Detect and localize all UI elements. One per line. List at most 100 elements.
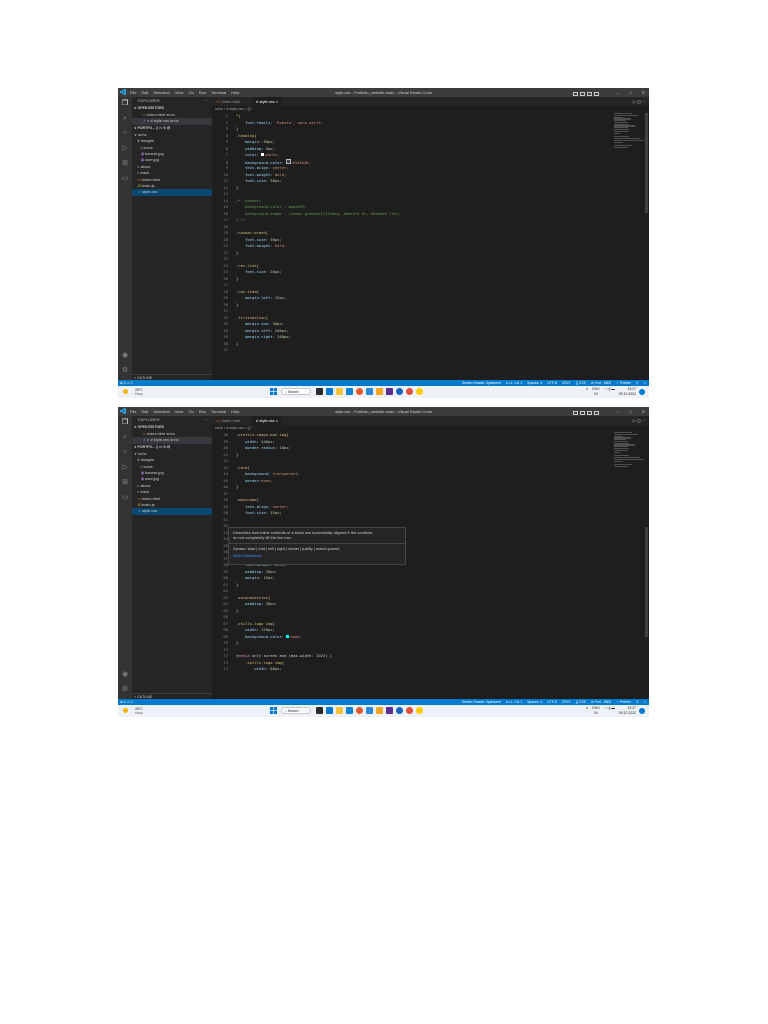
status-item[interactable]: ♫: [643, 700, 646, 704]
explorer-icon[interactable]: ❐: [121, 100, 129, 108]
color-swatch[interactable]: [286, 158, 292, 164]
account-icon[interactable]: ◉: [121, 352, 129, 360]
editor-scrollbar[interactable]: [645, 113, 648, 213]
collapse-icon[interactable]: ⊟: [167, 445, 170, 449]
taskbar-app-icon[interactable]: [326, 707, 334, 714]
settings-gear-icon[interactable]: ⚙: [121, 367, 129, 375]
status-item[interactable]: CRLF: [562, 700, 571, 704]
code-editor[interactable]: 38 .profile-image-box img{39 width: 440px…: [212, 432, 632, 698]
language-indicator[interactable]: ENG IN: [592, 387, 599, 397]
taskbar-app-icon[interactable]: [386, 707, 394, 714]
windows-start-icon[interactable]: [270, 388, 277, 395]
file-tree-item[interactable]: # style.css: [132, 189, 212, 196]
editor-scrollbar[interactable]: [645, 527, 648, 637]
status-item[interactable]: UTF-8: [547, 700, 557, 704]
source-control-icon[interactable]: ⑂: [121, 449, 129, 457]
search-icon[interactable]: ⌕: [121, 115, 129, 123]
taskbar-app-icon[interactable]: [396, 707, 404, 714]
status-item[interactable]: ♫: [643, 381, 646, 385]
new-folder-icon[interactable]: ▭: [159, 445, 162, 449]
status-item[interactable]: Screen Reader Optimized: [462, 700, 501, 704]
clock[interactable]: 13:27 09-12-2022: [619, 387, 636, 397]
taskbar-app-icon[interactable]: [356, 707, 364, 714]
project-section[interactable]: ∨ PORTFO... ▯ ▭ ↻ ⊟: [132, 125, 212, 132]
file-tree-item[interactable]: # style.css: [132, 508, 212, 515]
status-item[interactable]: ✓ Prettier: [616, 700, 631, 704]
status-item[interactable]: ⚲: [636, 700, 638, 704]
more-actions-icon[interactable]: ···: [204, 416, 208, 424]
taskbar-app-icon[interactable]: [346, 707, 354, 714]
maximize-button[interactable]: □: [629, 409, 631, 414]
color-swatch[interactable]: [261, 153, 265, 156]
source-control-icon[interactable]: ⑂: [121, 130, 129, 138]
editor-actions[interactable]: ▷ ◫ ···: [633, 97, 646, 106]
code-editor[interactable]: 1 *{2 font-family: 'Roboto', sans-serif; 3…: [212, 113, 632, 379]
status-item[interactable]: ⊘ Port : 5500: [591, 381, 611, 385]
settings-gear-icon[interactable]: ⚙: [121, 686, 129, 694]
taskbar-app-icon[interactable]: [416, 388, 424, 395]
toggle-secondary-sidebar-icon[interactable]: [587, 92, 592, 96]
taskbar-app-icon[interactable]: [356, 388, 364, 395]
taskbar-app-icon[interactable]: [396, 388, 404, 395]
status-item[interactable]: ✓ Prettier: [616, 381, 631, 385]
status-item[interactable]: {} CSS: [576, 700, 586, 704]
close-button[interactable]: ✕: [642, 90, 645, 95]
status-item[interactable]: CRLF: [562, 381, 571, 385]
status-item[interactable]: ⚲: [636, 381, 638, 385]
toggle-secondary-sidebar-icon[interactable]: [587, 411, 592, 415]
account-icon[interactable]: ◉: [121, 671, 129, 679]
new-file-icon[interactable]: ▯: [156, 126, 158, 130]
remote-explorer-icon[interactable]: ▭: [121, 494, 129, 502]
more-actions-icon[interactable]: ···: [204, 97, 208, 105]
toggle-sidebar-icon[interactable]: [573, 411, 578, 415]
windows-start-icon[interactable]: [270, 707, 277, 714]
toggle-panel-icon[interactable]: [580, 92, 585, 96]
extensions-icon[interactable]: ⊞: [121, 160, 129, 168]
notification-icon[interactable]: [639, 389, 645, 395]
tray-overflow-icon[interactable]: ∧: [586, 387, 588, 391]
clock[interactable]: 13:27 09-12-2022: [619, 706, 636, 716]
maximize-button[interactable]: □: [629, 90, 631, 95]
project-section[interactable]: ∨ PORTFO... ▯ ▭ ↻ ⊟: [132, 444, 212, 451]
status-item[interactable]: Screen Reader Optimized: [462, 381, 501, 385]
new-file-icon[interactable]: ▯: [156, 445, 158, 449]
wifi-volume-battery-icon[interactable]: ◔ ◁) ▬: [604, 387, 615, 391]
minimize-button[interactable]: –: [617, 90, 619, 95]
close-button[interactable]: ✕: [642, 409, 645, 414]
color-swatch[interactable]: [286, 634, 290, 638]
mdn-reference-link[interactable]: MDN Reference: [229, 551, 405, 558]
status-item[interactable]: Spaces: 4: [527, 381, 542, 385]
toggle-panel-icon[interactable]: [580, 411, 585, 415]
taskbar-app-icon[interactable]: [376, 388, 384, 395]
search-icon[interactable]: ⌕: [121, 434, 129, 442]
minimize-button[interactable]: –: [617, 409, 619, 414]
notification-icon[interactable]: [639, 708, 645, 714]
taskbar-app-icon[interactable]: [336, 707, 344, 714]
status-item[interactable]: ⊘ Port : 5500: [591, 700, 611, 704]
editor-tab[interactable]: # style.css ×: [252, 97, 283, 106]
taskbar-app-icon[interactable]: [416, 707, 424, 714]
editor-tab[interactable]: <> index.html: [212, 97, 244, 106]
language-indicator[interactable]: ENG IN: [592, 706, 599, 716]
customize-layout-icon[interactable]: [594, 92, 599, 96]
status-item[interactable]: Ln 1, Col 1: [506, 700, 522, 704]
extensions-icon[interactable]: ⊞: [121, 479, 129, 487]
taskbar-app-icon[interactable]: [406, 707, 414, 714]
breadcrumb[interactable]: src\s > # style.css > {} *: [212, 425, 649, 431]
refresh-icon[interactable]: ↻: [163, 126, 166, 130]
remote-explorer-icon[interactable]: ▭: [121, 175, 129, 183]
taskbar-app-icon[interactable]: [366, 707, 374, 714]
wifi-volume-battery-icon[interactable]: ◔ ◁) ▬: [604, 706, 615, 710]
taskbar-search[interactable]: ⌕ Search: [280, 388, 311, 395]
open-editors-section[interactable]: ∨ OPEN EDITORS: [132, 105, 212, 112]
minimap[interactable]: [614, 432, 644, 472]
new-folder-icon[interactable]: ▭: [159, 126, 162, 130]
status-item[interactable]: UTF-8: [547, 381, 557, 385]
taskbar-app-icon[interactable]: [316, 388, 324, 395]
taskbar-search[interactable]: ⌕ Search: [280, 707, 311, 714]
editor-tab[interactable]: <> index.html: [212, 416, 244, 425]
taskbar-app-icon[interactable]: [366, 388, 374, 395]
breadcrumb[interactable]: src\s > # style.css > {} *: [212, 106, 649, 112]
open-editors-section[interactable]: ∨ OPEN EDITORS: [132, 424, 212, 431]
editor-actions[interactable]: ▷ ◫ ···: [633, 416, 646, 425]
